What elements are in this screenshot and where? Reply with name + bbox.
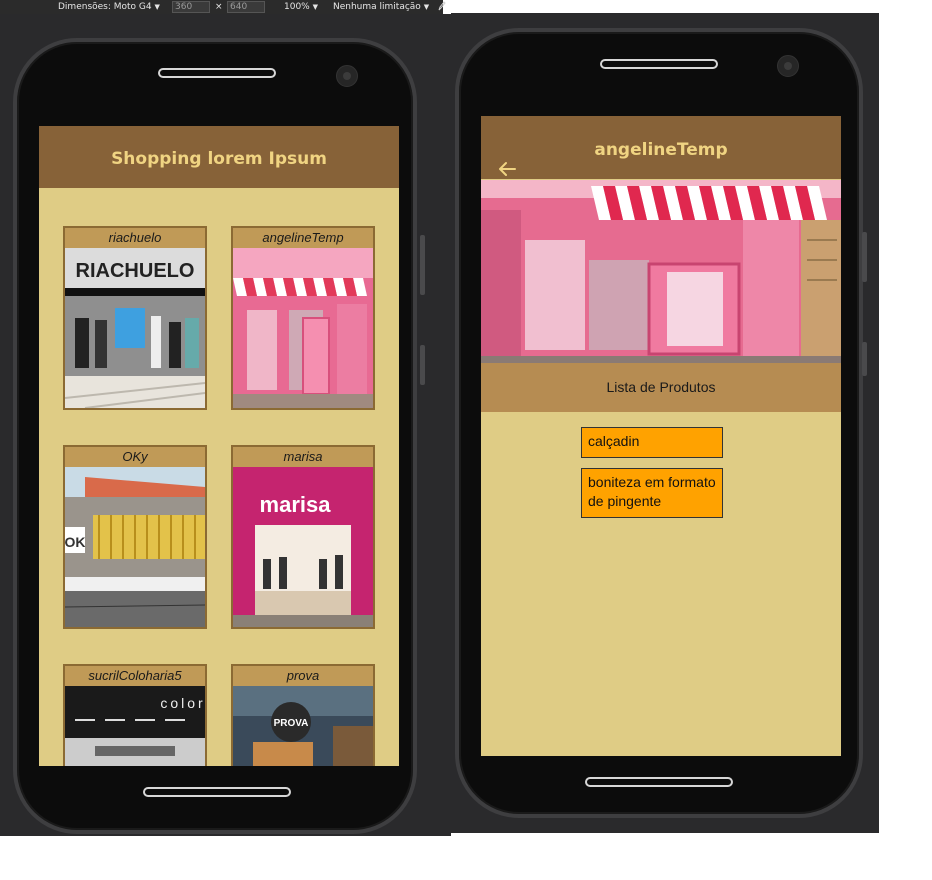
times-sign: × bbox=[215, 2, 223, 12]
store-name: sucrilColoharia5 bbox=[65, 666, 205, 686]
store-name: marisa bbox=[233, 447, 373, 467]
store-name: angelineTemp bbox=[233, 228, 373, 248]
store-hero-image bbox=[481, 180, 841, 363]
store-image: color bbox=[65, 686, 205, 766]
page-title: Shopping lorem Ipsum bbox=[111, 149, 327, 169]
screen-store-list: Shopping lorem Ipsum riachuelo RIACHUELO bbox=[39, 126, 399, 766]
store-card-marisa[interactable]: marisa marisa bbox=[231, 445, 375, 629]
page-title: angelineTemp bbox=[594, 140, 728, 160]
power-button bbox=[862, 342, 867, 376]
front-camera bbox=[777, 55, 799, 77]
store-image: PROVA bbox=[233, 686, 373, 766]
arrow-left-icon[interactable] bbox=[497, 138, 517, 176]
throttle-select[interactable]: Nenhuma limitação ▼ bbox=[333, 0, 429, 14]
width-input[interactable]: 360 bbox=[172, 1, 210, 13]
store-sign-text: RIACHUELO bbox=[76, 260, 195, 282]
app-bar: angelineTemp bbox=[481, 116, 841, 179]
zoom-select[interactable]: 100% ▼ bbox=[284, 0, 318, 14]
store-name: riachuelo bbox=[65, 228, 205, 248]
speaker-grille bbox=[600, 59, 718, 69]
device-dimensions-label[interactable]: Dimensões: Moto G4 ▼ bbox=[58, 0, 160, 14]
height-input[interactable]: 640 bbox=[227, 1, 265, 13]
power-button bbox=[420, 345, 425, 385]
store-card-prova[interactable]: prova PROVA bbox=[231, 664, 375, 766]
store-sign-text: OK bbox=[65, 534, 86, 550]
store-image: OK bbox=[65, 467, 205, 627]
store-sign-text: marisa bbox=[260, 492, 332, 517]
volume-button bbox=[420, 235, 425, 295]
home-bar bbox=[143, 787, 291, 797]
store-name: OKy bbox=[65, 447, 205, 467]
app-bar: Shopping lorem Ipsum bbox=[39, 126, 399, 188]
store-card-angelinetemp[interactable]: angelineTemp bbox=[231, 226, 375, 410]
volume-button bbox=[862, 232, 867, 282]
speaker-grille bbox=[158, 68, 276, 78]
store-sign-text: color bbox=[160, 695, 205, 711]
product-list-header: Lista de Produtos bbox=[481, 363, 841, 412]
store-image: marisa bbox=[233, 467, 373, 627]
store-card-oky[interactable]: OKy OK bbox=[63, 445, 207, 629]
front-camera bbox=[336, 65, 358, 87]
store-card-sucrilcoloharia5[interactable]: sucrilColoharia5 color bbox=[63, 664, 207, 766]
product-item[interactable]: calçadin bbox=[581, 427, 723, 458]
store-image bbox=[233, 248, 373, 408]
screen-store-detail: angelineTemp Lista de Produtos calçadin … bbox=[481, 116, 841, 756]
store-sign-text: PROVA bbox=[274, 718, 309, 729]
store-name: prova bbox=[233, 666, 373, 686]
product-item[interactable]: boniteza em formato de pingente bbox=[581, 468, 723, 518]
devtools-toolbar: Dimensões: Moto G4 ▼ 360 × 640 100% ▼ Ne… bbox=[0, 0, 446, 14]
store-card-riachuelo[interactable]: riachuelo RIACHUELO bbox=[63, 226, 207, 410]
home-bar bbox=[585, 777, 733, 787]
store-image: RIACHUELO bbox=[65, 248, 205, 408]
